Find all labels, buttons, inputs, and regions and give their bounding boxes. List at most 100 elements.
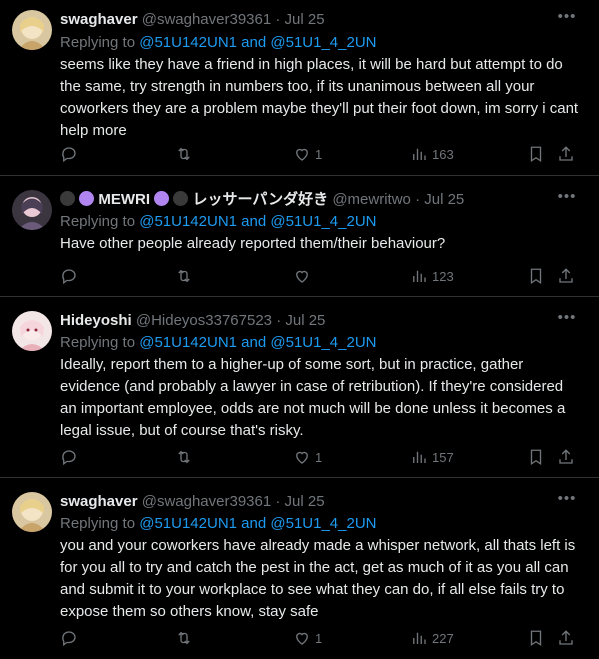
- tweet-header: swaghaver @swaghaver39361 · Jul 25: [60, 10, 559, 30]
- more-icon[interactable]: •••: [557, 491, 577, 512]
- mention-link[interactable]: @51U142UN1: [139, 34, 237, 51]
- share-icon: [559, 268, 573, 283]
- views-icon: [413, 148, 426, 160]
- display-name-suffix[interactable]: レッサーパンダ好き: [193, 191, 329, 208]
- share-icon: [559, 146, 573, 161]
- retweet-button[interactable]: [175, 267, 193, 285]
- like-icon: [296, 451, 308, 464]
- share-button[interactable]: [557, 267, 575, 285]
- tweet-text: Have other people already reported them/…: [60, 235, 446, 252]
- black-heart-icon: [60, 191, 75, 206]
- bookmark-button[interactable]: [527, 267, 545, 285]
- and-text: and: [241, 34, 267, 51]
- user-handle[interactable]: @Hideyos33767523: [136, 312, 272, 329]
- more-icon[interactable]: •••: [557, 189, 577, 210]
- action-bar: 1 163: [60, 145, 579, 165]
- display-name[interactable]: swaghaver: [60, 11, 138, 28]
- tweet-date[interactable]: Jul 25: [285, 493, 325, 510]
- bookmark-button[interactable]: [527, 448, 545, 466]
- tweet-2[interactable]: MEWRI レッサーパンダ好き @mewritwo · Jul 25 ••• R…: [0, 176, 599, 297]
- more-icon[interactable]: •••: [557, 310, 577, 331]
- like-button[interactable]: 1: [293, 145, 322, 163]
- tweet-text: seems like they have a friend in high pl…: [60, 56, 579, 139]
- retweet-button[interactable]: [175, 145, 193, 163]
- share-button[interactable]: [557, 629, 575, 647]
- like-count: 1: [315, 146, 323, 162]
- black-heart-icon: [173, 191, 189, 206]
- action-bar: 1 157: [60, 448, 579, 468]
- share-icon: [559, 449, 573, 464]
- tweet-1[interactable]: swaghaver @swaghaver39361 · Jul 25 ••• R…: [0, 0, 599, 176]
- bookmark-button[interactable]: [527, 145, 545, 163]
- purple-heart-icon: [154, 191, 170, 206]
- mention-link[interactable]: @51U1_4_2UN: [270, 34, 376, 51]
- separator: ·: [415, 191, 421, 208]
- replying-to: Replying to @51U142UN1 and @51U1_4_2UN: [60, 212, 377, 232]
- tweet-date[interactable]: Jul 25: [285, 312, 325, 329]
- like-button[interactable]: 1: [293, 448, 322, 466]
- avatar[interactable]: [12, 492, 52, 532]
- avatar[interactable]: [12, 311, 52, 351]
- reply-icon: [62, 147, 76, 163]
- bookmark-icon: [530, 449, 542, 466]
- tweet-date[interactable]: Jul 25: [424, 191, 464, 208]
- tweet-text: you and your coworkers have already made…: [60, 537, 576, 620]
- user-handle[interactable]: @mewritwo: [332, 191, 411, 208]
- avatar[interactable]: [12, 10, 52, 50]
- and-text: and: [241, 213, 267, 230]
- retweet-button[interactable]: [175, 629, 193, 647]
- tweet-3[interactable]: Hideyoshi @Hideyos33767523 · Jul 25 ••• …: [0, 297, 599, 478]
- more-icon[interactable]: •••: [557, 9, 577, 30]
- views-icon: [413, 270, 426, 282]
- user-handle[interactable]: @swaghaver39361: [142, 11, 271, 28]
- tweet-text: Ideally, report them to a higher-up of s…: [60, 356, 566, 439]
- user-handle[interactable]: @swaghaver39361: [142, 493, 271, 510]
- replying-to: Replying to @51U142UN1 and @51U1_4_2UN: [60, 333, 377, 353]
- retweet-button[interactable]: [175, 448, 193, 466]
- avatar[interactable]: [12, 190, 52, 230]
- reply-button[interactable]: [60, 267, 78, 285]
- like-count: 1: [315, 449, 323, 465]
- mention-link[interactable]: @51U1_4_2UN: [270, 515, 376, 532]
- reply-button[interactable]: [60, 145, 78, 163]
- reply-button[interactable]: [60, 448, 78, 466]
- replying-label: Replying to: [60, 34, 136, 51]
- retweet-icon: [178, 450, 190, 464]
- replying-label: Replying to: [60, 213, 136, 230]
- views-icon: [413, 632, 426, 644]
- bookmark-icon: [530, 630, 542, 647]
- display-name[interactable]: Hideyoshi: [60, 312, 132, 329]
- tweet-4[interactable]: swaghaver @swaghaver39361 · Jul 25 ••• R…: [0, 478, 599, 659]
- share-button[interactable]: [557, 448, 575, 466]
- tweet-date[interactable]: Jul 25: [285, 11, 325, 28]
- mention-link[interactable]: @51U1_4_2UN: [270, 334, 376, 351]
- display-name[interactable]: swaghaver: [60, 493, 138, 510]
- retweet-icon: [178, 631, 190, 645]
- mention-link[interactable]: @51U142UN1: [139, 334, 237, 351]
- purple-heart-icon: [79, 191, 95, 206]
- action-bar: 1 227: [60, 629, 579, 649]
- mention-link[interactable]: @51U1_4_2UN: [270, 213, 376, 230]
- views-count: 163: [432, 146, 454, 162]
- and-text: and: [241, 515, 267, 532]
- tweet-header: MEWRI レッサーパンダ好き @mewritwo · Jul 25: [60, 190, 559, 210]
- retweet-icon: [178, 147, 190, 161]
- mention-link[interactable]: @51U142UN1: [139, 213, 237, 230]
- bookmark-button[interactable]: [527, 629, 545, 647]
- views-button[interactable]: 163: [410, 145, 454, 163]
- separator: ·: [275, 11, 281, 28]
- views-button[interactable]: 227: [410, 629, 454, 647]
- views-button[interactable]: 123: [410, 267, 454, 285]
- replying-label: Replying to: [60, 334, 136, 351]
- reply-button[interactable]: [60, 629, 78, 647]
- mention-link[interactable]: @51U142UN1: [139, 515, 237, 532]
- display-name[interactable]: MEWRI: [98, 191, 150, 208]
- like-button[interactable]: [293, 267, 315, 285]
- like-icon: [296, 148, 308, 161]
- views-button[interactable]: 157: [410, 448, 454, 466]
- reply-icon: [62, 631, 76, 647]
- share-button[interactable]: [557, 145, 575, 163]
- like-button[interactable]: 1: [293, 629, 322, 647]
- like-icon: [296, 632, 308, 645]
- reply-icon: [62, 450, 76, 466]
